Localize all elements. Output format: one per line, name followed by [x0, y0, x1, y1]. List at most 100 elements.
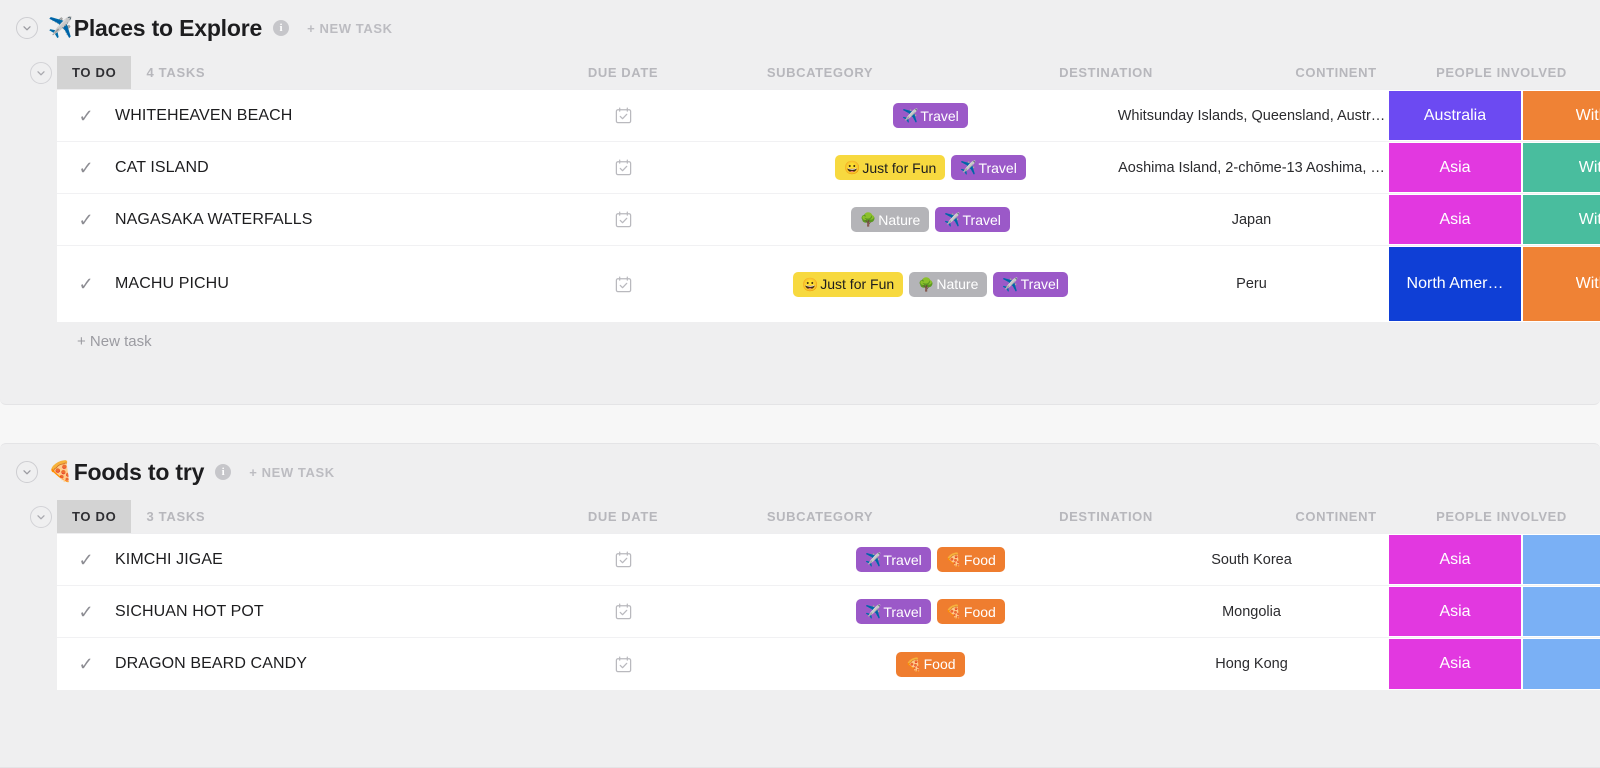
calendar-check-icon[interactable] [614, 602, 633, 621]
tag-food[interactable]: 🍕Food [937, 599, 1005, 624]
new-task-link[interactable]: + NEW TASK [249, 465, 335, 480]
tag-travel[interactable]: ✈️Travel [951, 155, 1026, 180]
tag-travel[interactable]: ✈️Travel [856, 599, 931, 624]
column-header-continent[interactable]: CONTINENT [1269, 500, 1403, 533]
due-date-cell[interactable] [500, 586, 746, 637]
group-collapse-chevron-icon[interactable] [30, 62, 52, 84]
due-date-cell[interactable] [500, 534, 746, 585]
destination-cell[interactable]: Peru [1115, 246, 1388, 322]
destination-cell[interactable]: Whitsunday Islands, Queensland, Austr… [1115, 90, 1388, 141]
new-task-link[interactable]: + NEW TASK [307, 21, 393, 36]
subcategory-cell[interactable]: 😀Just for Fun🌳Nature✈️Travel [746, 246, 1115, 322]
column-header-due-date[interactable]: DUE DATE [500, 500, 746, 533]
task-complete-checkmark-icon[interactable]: ✓ [57, 638, 115, 690]
task-complete-checkmark-icon[interactable]: ✓ [57, 194, 115, 245]
table-row[interactable]: ✓DRAGON BEARD CANDY 🍕Food Hong KongAsiaAlo… [57, 638, 1600, 690]
calendar-check-icon[interactable] [614, 106, 633, 125]
continent-cell[interactable]: North Amer… [1388, 246, 1522, 322]
task-table: ✓WHITEHEAVEN BEACH✈️TravelWhitsunday Isl… [57, 89, 1600, 322]
subcategory-cell[interactable]: ✈️Travel🍕Food [746, 586, 1115, 637]
task-complete-checkmark-icon[interactable]: ✓ [57, 586, 115, 637]
task-name[interactable]: DRAGON BEARD CANDY [115, 638, 500, 690]
calendar-check-icon[interactable] [614, 158, 633, 177]
column-header-people-involved[interactable]: PEOPLE INVOLVED [1403, 56, 1600, 89]
tag-fun[interactable]: 😀Just for Fun [793, 272, 903, 297]
subcategory-cell[interactable]: ✈️Travel🍕Food [746, 534, 1115, 585]
calendar-check-icon[interactable] [614, 655, 633, 674]
continent-cell[interactable]: Asia [1388, 586, 1522, 637]
subcategory-cell[interactable]: ✈️Travel [746, 90, 1115, 141]
table-row[interactable]: ✓NAGASAKA WATERFALLS🌳Nature✈️TravelJapan… [57, 194, 1600, 246]
table-row[interactable]: ✓MACHU PICHU 😀Just for Fun🌳Nature✈️Travel… [57, 246, 1600, 322]
destination-cell[interactable]: Mongolia [1115, 586, 1388, 637]
continent-cell[interactable]: Asia [1388, 638, 1522, 690]
tag-fun[interactable]: 😀Just for Fun [835, 155, 945, 180]
continent-value: Australia [1424, 107, 1486, 125]
continent-cell[interactable]: Asia [1388, 142, 1522, 193]
people-involved-cell[interactable]: Alone [1522, 586, 1600, 637]
task-name[interactable]: KIMCHI JIGAE [115, 534, 500, 585]
subcategory-cell[interactable]: 🌳Nature✈️Travel [746, 194, 1115, 245]
people-involved-cell[interactable]: Alone [1522, 534, 1600, 585]
calendar-check-icon[interactable] [614, 210, 633, 229]
subcategory-cell[interactable]: 😀Just for Fun✈️Travel [746, 142, 1115, 193]
due-date-cell[interactable] [500, 142, 746, 193]
table-row[interactable]: ✓WHITEHEAVEN BEACH ✈️Travel Whitsunday Isl… [57, 90, 1600, 142]
table-row[interactable]: ✓SICHUAN HOT POT✈️Travel🍕FoodMongoliaAsi… [57, 586, 1600, 638]
info-icon[interactable]: i [273, 20, 289, 36]
calendar-check-icon[interactable] [614, 550, 633, 569]
task-complete-checkmark-icon[interactable]: ✓ [57, 246, 115, 322]
task-name[interactable]: WHITEHEAVEN BEACH [115, 90, 500, 141]
people-involved-cell[interactable]: With Friends [1522, 90, 1600, 141]
people-involved-cell[interactable]: With Friends [1522, 246, 1600, 322]
status-badge-todo[interactable]: TO DO [57, 500, 131, 533]
people-involved-cell[interactable]: With Family [1522, 194, 1600, 245]
column-header-destination[interactable]: DESTINATION [894, 56, 1318, 89]
tag-food[interactable]: 🍕Food [937, 547, 1005, 572]
task-name[interactable]: MACHU PICHU [115, 246, 500, 322]
tag-nature[interactable]: 🌳Nature [909, 272, 987, 297]
tag-travel[interactable]: ✈️Travel [893, 103, 968, 128]
tag-food[interactable]: 🍕Food [896, 652, 964, 677]
task-complete-checkmark-icon[interactable]: ✓ [57, 90, 115, 141]
task-complete-checkmark-icon[interactable]: ✓ [57, 534, 115, 585]
table-row[interactable]: ✓CAT ISLAND😀Just for Fun✈️TravelAoshima … [57, 142, 1600, 194]
continent-cell[interactable]: Asia [1388, 534, 1522, 585]
column-header-due-date[interactable]: DUE DATE [500, 56, 746, 89]
column-header-subcategory[interactable]: SUBCATEGORY [746, 56, 894, 89]
due-date-cell[interactable] [500, 194, 746, 245]
due-date-cell[interactable] [500, 246, 746, 322]
info-icon[interactable]: i [215, 464, 231, 480]
destination-cell[interactable]: Japan [1115, 194, 1388, 245]
tag-nature[interactable]: 🌳Nature [851, 207, 929, 232]
due-date-cell[interactable] [500, 90, 746, 141]
tag-travel[interactable]: ✈️Travel [993, 272, 1068, 297]
column-header-people-involved[interactable]: PEOPLE INVOLVED [1403, 500, 1600, 533]
subcategory-cell[interactable]: 🍕Food [746, 638, 1115, 690]
calendar-check-icon[interactable] [614, 275, 633, 294]
destination-cell[interactable]: South Korea [1115, 534, 1388, 585]
tag-label: Travel [920, 109, 958, 123]
collapse-chevron-icon[interactable] [16, 17, 38, 39]
tag-travel[interactable]: ✈️Travel [935, 207, 1010, 232]
collapse-chevron-icon[interactable] [16, 461, 38, 483]
due-date-cell[interactable] [500, 638, 746, 690]
destination-cell[interactable]: Aoshima Island, 2-chōme-13 Aoshima, … [1115, 142, 1388, 193]
column-header-continent[interactable]: CONTINENT [1269, 56, 1403, 89]
task-name[interactable]: CAT ISLAND [115, 142, 500, 193]
people-involved-cell[interactable]: With Family [1522, 142, 1600, 193]
table-row[interactable]: ✓KIMCHI JIGAE✈️Travel🍕FoodSouth KoreaAsi… [57, 534, 1600, 586]
group-collapse-chevron-icon[interactable] [30, 506, 52, 528]
column-header-subcategory[interactable]: SUBCATEGORY [746, 500, 894, 533]
destination-cell[interactable]: Hong Kong [1115, 638, 1388, 690]
tag-travel[interactable]: ✈️Travel [856, 547, 931, 572]
task-name[interactable]: SICHUAN HOT POT [115, 586, 500, 637]
column-header-destination[interactable]: DESTINATION [894, 500, 1318, 533]
people-involved-cell[interactable]: Alone [1522, 638, 1600, 690]
status-badge-todo[interactable]: TO DO [57, 56, 131, 89]
task-name[interactable]: NAGASAKA WATERFALLS [115, 194, 500, 245]
add-new-task-row[interactable]: + New task [0, 322, 1600, 360]
continent-cell[interactable]: Asia [1388, 194, 1522, 245]
continent-cell[interactable]: Australia [1388, 90, 1522, 141]
task-complete-checkmark-icon[interactable]: ✓ [57, 142, 115, 193]
